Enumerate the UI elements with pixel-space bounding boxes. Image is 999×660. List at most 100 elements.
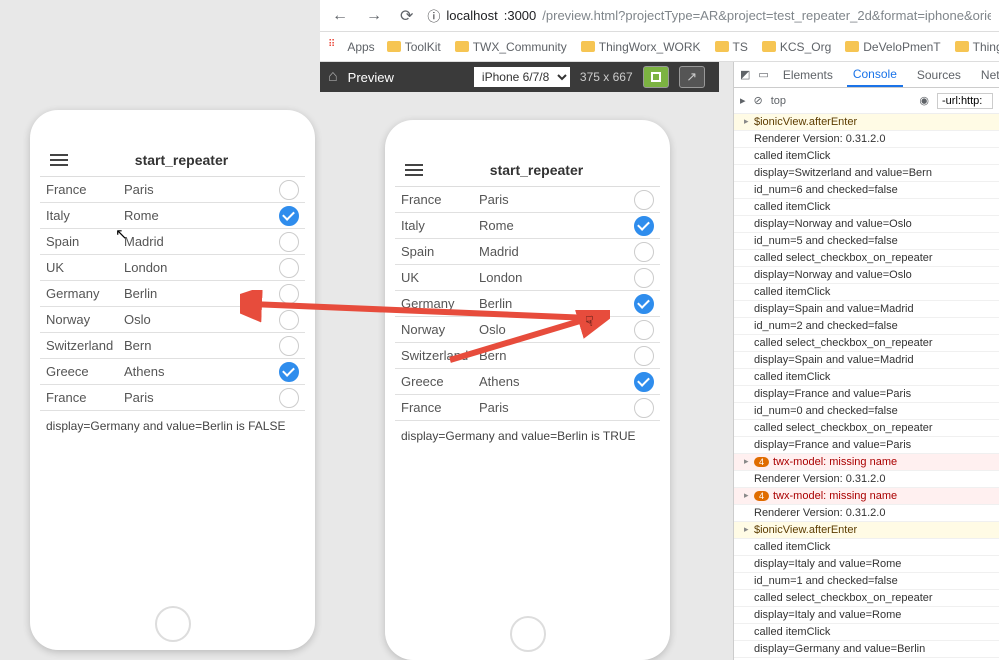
checkbox[interactable] [634,216,654,236]
toggle-button-green[interactable] [643,66,669,88]
checkbox[interactable] [279,362,299,382]
table-row[interactable]: SpainMadrid [40,229,305,255]
console-log-line[interactable]: display=France and value=Paris [734,437,999,454]
console-log-line[interactable]: id_num=0 and checked=false [734,403,999,420]
table-row[interactable]: GreeceAthens [40,359,305,385]
table-row[interactable]: ItalyRome [395,213,660,239]
checkbox[interactable] [279,336,299,356]
console-log-line[interactable]: called itemClick [734,199,999,216]
forward-button[interactable]: → [362,5,386,27]
filter-input[interactable] [937,93,993,109]
bookmark-item[interactable]: ToolKit [387,40,441,54]
console-log-line[interactable]: id_num=6 and checked=false [734,182,999,199]
context-select[interactable]: top [771,95,786,107]
console-log-line[interactable]: display=Switzerland and value=Bern [734,165,999,182]
menu-icon[interactable] [405,164,423,176]
console-log-line[interactable]: 4twx-model: missing name [734,454,999,471]
home-button[interactable] [510,616,546,652]
console-log-line[interactable]: called select_checkbox_on_repeater [734,250,999,267]
bookmark-item[interactable]: KCS_Org [762,40,831,54]
console-log-line[interactable]: called select_checkbox_on_repeater [734,420,999,437]
console-output[interactable]: $ionicView.afterEnterRenderer Version: 0… [734,114,999,660]
bookmark-item[interactable]: DeVeloPmenT [845,40,940,54]
checkbox[interactable] [279,388,299,408]
checkbox[interactable] [279,284,299,304]
tab-console[interactable]: Console [847,63,903,87]
console-log-line[interactable]: called itemClick [734,624,999,641]
table-row[interactable]: NorwayOslo [395,317,660,343]
console-log-line[interactable]: Renderer Version: 0.31.2.0 [734,131,999,148]
checkbox[interactable] [279,180,299,200]
console-log-line[interactable]: display=Norway and value=Oslo [734,216,999,233]
console-log-line[interactable]: $ionicView.afterEnter [734,522,999,539]
checkbox[interactable] [634,268,654,288]
menu-icon[interactable] [50,154,68,166]
console-log-line[interactable]: called itemClick [734,148,999,165]
clear-console-icon[interactable]: ⊘ [754,94,763,107]
console-log-line[interactable]: display=Spain and value=Madrid [734,352,999,369]
console-log-line[interactable]: called itemClick [734,284,999,301]
table-row[interactable]: NorwayOslo [40,307,305,333]
bookmark-item[interactable]: TS [715,40,748,54]
apps-label[interactable]: Apps [347,40,374,54]
device-toggle-icon[interactable]: ▭ [758,68,768,81]
table-row[interactable]: FranceParis [395,187,660,213]
checkbox[interactable] [634,190,654,210]
bookmark-item[interactable]: TWX_Community [455,40,567,54]
console-log-line[interactable]: display=Germany and value=Berlin [734,641,999,658]
table-row[interactable]: FranceParis [40,177,305,203]
table-row[interactable]: GermanyBerlin [395,291,660,317]
bookmark-item[interactable]: ThingWorx_WORK [581,40,701,54]
console-log-line[interactable]: Renderer Version: 0.31.2.0 [734,505,999,522]
console-log-line[interactable]: display=Norway and value=Oslo [734,267,999,284]
console-log-line[interactable]: 4twx-model: missing name [734,488,999,505]
checkbox[interactable] [279,258,299,278]
console-log-line[interactable]: called itemClick [734,369,999,386]
device-select[interactable]: iPhone 6/7/8 [474,67,570,87]
table-row[interactable]: SpainMadrid [395,239,660,265]
tab-network[interactable]: Netw [975,64,999,86]
console-log-line[interactable]: called select_checkbox_on_repeater [734,590,999,607]
checkbox[interactable] [279,206,299,226]
console-log-line[interactable]: $ionicView.afterEnter [734,114,999,131]
checkbox[interactable] [279,310,299,330]
table-row[interactable]: UKLondon [395,265,660,291]
console-log-line[interactable]: display=Italy and value=Rome [734,607,999,624]
apps-icon[interactable]: ⠿ [328,39,335,55]
inspect-icon[interactable]: ◩ [740,68,750,81]
tab-sources[interactable]: Sources [911,64,967,86]
checkbox[interactable] [279,232,299,252]
table-row[interactable]: ItalyRome [40,203,305,229]
sidebar-toggle-icon[interactable]: ▸ [740,94,746,107]
address-bar[interactable]: ⓘ localhost:3000/preview.html?projectTyp… [427,6,991,25]
console-log-line[interactable]: id_num=5 and checked=false [734,233,999,250]
table-row[interactable]: SwitzerlandBern [40,333,305,359]
console-log-line[interactable]: display=France and value=Paris [734,386,999,403]
checkbox[interactable] [634,346,654,366]
back-button[interactable]: ← [328,5,352,27]
table-row[interactable]: FranceParis [395,395,660,421]
open-external-button[interactable]: ↗ [679,66,705,88]
console-log-line[interactable]: display=Italy and value=Rome [734,556,999,573]
checkbox[interactable] [634,372,654,392]
table-row[interactable]: FranceParis [40,385,305,411]
home-button[interactable] [155,606,191,642]
home-icon[interactable]: ⌂ [328,68,338,86]
table-row[interactable]: GermanyBerlin [40,281,305,307]
console-log-line[interactable]: id_num=1 and checked=false [734,573,999,590]
checkbox[interactable] [634,398,654,418]
checkbox[interactable] [634,242,654,262]
console-log-line[interactable]: id_num=2 and checked=false [734,318,999,335]
eye-icon[interactable]: ◉ [919,94,929,107]
console-log-line[interactable]: display=Spain and value=Madrid [734,301,999,318]
checkbox[interactable] [634,294,654,314]
table-row[interactable]: GreeceAthens [395,369,660,395]
table-row[interactable]: SwitzerlandBern [395,343,660,369]
reload-button[interactable]: ⟳ [396,4,417,28]
checkbox[interactable] [634,320,654,340]
console-log-line[interactable]: called itemClick [734,539,999,556]
bookmark-item[interactable]: ThingWorxKE [955,40,999,54]
tab-elements[interactable]: Elements [777,64,839,86]
table-row[interactable]: UKLondon [40,255,305,281]
console-log-line[interactable]: called select_checkbox_on_repeater [734,335,999,352]
